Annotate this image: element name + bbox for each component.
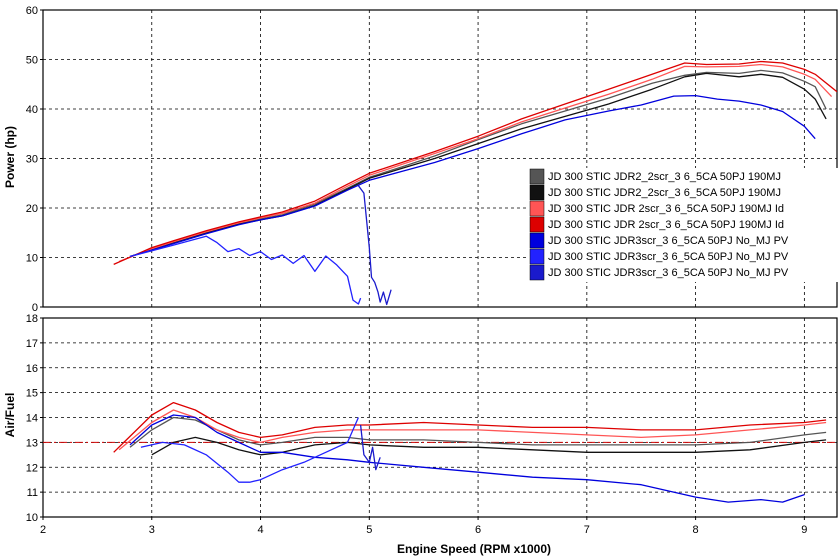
legend-swatch: [529, 232, 545, 249]
x-axis-title: Engine Speed (RPM x1000): [397, 542, 551, 556]
power-ytick-label: 20: [26, 203, 38, 215]
airfuel-ytick-label: 15: [26, 388, 38, 400]
x-tick-label: 6: [475, 524, 481, 536]
power-axis-title: Power (hp): [3, 126, 17, 188]
legend-swatch: [529, 248, 545, 265]
x-tick-label: 9: [801, 524, 807, 536]
x-tick-label: 5: [366, 524, 372, 536]
legend-entry: JD 300 STIC JDR3scr_3 6_5CA 50PJ No_MJ P…: [548, 251, 789, 263]
power-ytick-label: 30: [26, 154, 38, 166]
power-ytick-label: 40: [26, 104, 38, 116]
legend-entry: JD 300 STIC JDR2_2scr_3 6_5CA 50PJ 190MJ: [548, 171, 781, 183]
legend-entry: JD 300 STIC JDR3scr_3 6_5CA 50PJ No_MJ P…: [548, 267, 789, 279]
x-tick-label: 7: [584, 524, 590, 536]
power-ytick-label: 50: [26, 55, 38, 67]
dyno-chart: 0102030405060 1011121314151617182 3 4 5 6 7 8 9…: [3, 5, 838, 556]
airfuel-ytick-label: 11: [27, 487, 38, 499]
legend-swatch: [529, 200, 545, 217]
legend-entry: JD 300 STIC JDR 2scr_3 6_5CA 50PJ 190MJ …: [548, 203, 784, 215]
x-tick-label: 8: [693, 524, 699, 536]
airfuel-ytick-label: 12: [26, 462, 38, 474]
air-fuel-panel: 10 11 12 13 14 15 16 17 18 2 3 4 5 6 7 8 9: [26, 313, 838, 536]
legend: JD 300 STIC JDR2_2scr_3 6_5CA 50PJ 190MJ…: [529, 168, 838, 282]
airfuel-ytick-label: 14: [26, 413, 38, 425]
legend-entry: JD 300 STIC JDR3scr_3 6_5CA 50PJ No_MJ P…: [548, 235, 789, 247]
power-ytick-label: 60: [26, 5, 38, 17]
airfuel-ytick-label: 18: [26, 313, 38, 325]
airfuel-ytick-label: 17: [26, 338, 38, 350]
legend-entry: JD 300 STIC JDR 2scr_3 6_5CA 50PJ 190MJ …: [548, 219, 784, 231]
airfuel-ytick-label: 16: [26, 363, 38, 375]
airfuel-ytick-label: 13: [26, 437, 38, 449]
legend-entry: JD 300 STIC JDR2_2scr_3 6_5CA 50PJ 190MJ: [548, 187, 781, 199]
legend-swatch: [529, 216, 545, 233]
x-tick-label: 4: [257, 524, 263, 536]
airfuel-axis-title: Air/Fuel: [3, 393, 17, 438]
legend-swatch: [529, 184, 545, 201]
legend-swatch: [529, 168, 545, 185]
power-ytick-label: 10: [26, 253, 38, 265]
legend-swatch: [529, 264, 545, 281]
airfuel-ytick-label: 10: [26, 512, 38, 524]
x-tick-label: 3: [149, 524, 155, 536]
x-tick-label: 2: [40, 524, 46, 536]
